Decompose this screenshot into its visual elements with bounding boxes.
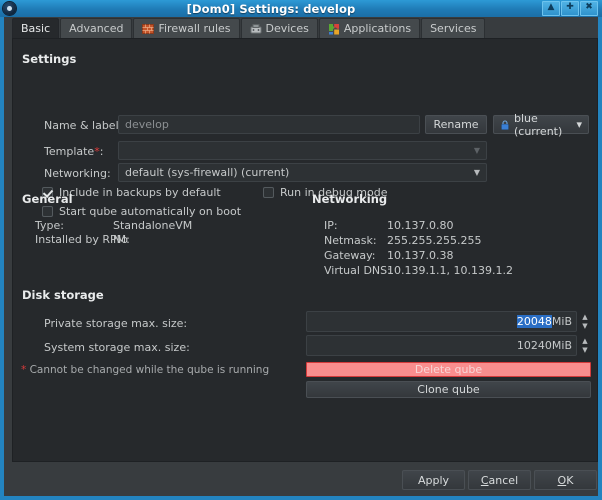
cannot-change-note: * Cannot be changed while the qube is ru… xyxy=(21,364,270,376)
label-color-text: blue (current) xyxy=(514,111,563,138)
disk-storage-heading: Disk storage xyxy=(22,288,104,302)
start-qube-on-boot-label: Start qube automatically on boot xyxy=(59,205,242,218)
stepper-up-icon[interactable]: ▲ xyxy=(582,314,587,321)
tab-devices[interactable]: Devices xyxy=(240,18,318,38)
run-in-debug-mode-checkbox[interactable] xyxy=(263,187,274,198)
applications-puzzle-icon xyxy=(328,23,339,34)
stepper-down-icon[interactable]: ▼ xyxy=(582,323,587,330)
private-storage-label: Private storage max. size: xyxy=(44,317,188,330)
net-netmask-key: Netmask: xyxy=(324,234,377,247)
net-dns-key: Virtual DNS: xyxy=(324,264,391,277)
name-input[interactable]: develop xyxy=(118,115,420,134)
tab-services[interactable]: Services xyxy=(421,18,486,38)
tab-applications[interactable]: Applications xyxy=(318,18,421,38)
tab-label: Basic xyxy=(21,22,51,35)
networking-label: Networking: xyxy=(44,167,111,180)
private-storage-input[interactable]: 20048 MiB xyxy=(306,311,577,332)
start-qube-on-boot-checkbox-row[interactable]: Start qube automatically on boot xyxy=(42,205,241,218)
networking-select-value: default (sys-firewall) (current) xyxy=(125,166,290,179)
template-select[interactable]: ▼ xyxy=(118,141,487,160)
minimize-icon[interactable]: ▲ xyxy=(542,1,560,16)
chevron-down-icon: ▾ xyxy=(576,118,582,131)
general-heading: General xyxy=(22,192,73,206)
net-gateway-value: 10.137.0.38 xyxy=(387,249,454,262)
lock-icon xyxy=(501,119,509,130)
net-netmask-value: 255.255.255.255 xyxy=(387,234,482,247)
apply-button[interactable]: Apply xyxy=(402,470,465,490)
clone-qube-button[interactable]: Clone qube xyxy=(306,381,591,398)
start-qube-on-boot-checkbox[interactable] xyxy=(42,206,53,217)
dialog-button-bar: Apply Cancel OK xyxy=(4,462,598,496)
window-title: [Dom0] Settings: develop xyxy=(186,1,356,16)
settings-window: [Dom0] Settings: develop ▲ ✚ ✖ Basic Adv… xyxy=(0,0,602,500)
firewall-icon xyxy=(142,23,155,34)
chevron-down-icon: ▼ xyxy=(473,145,480,155)
template-label: Template*: xyxy=(44,145,104,158)
title-bar[interactable]: [Dom0] Settings: develop ▲ ✚ ✖ xyxy=(0,0,602,17)
net-ip-key: IP: xyxy=(324,219,338,232)
general-type-value: StandaloneVM xyxy=(113,219,193,232)
general-type-key: Type: xyxy=(35,219,64,232)
name-input-value: develop xyxy=(125,118,169,131)
maximize-icon[interactable]: ✚ xyxy=(561,1,579,16)
ok-button[interactable]: OK xyxy=(534,470,597,490)
system-storage-value: 10240 xyxy=(516,339,552,352)
private-storage-stepper[interactable]: ▲ ▼ xyxy=(578,311,592,332)
system-storage-unit: MiB xyxy=(551,339,572,352)
name-label: Name & label*: xyxy=(44,119,128,132)
chevron-down-icon: ▼ xyxy=(473,167,480,177)
net-gateway-key: Gateway: xyxy=(324,249,376,262)
stepper-down-icon[interactable]: ▼ xyxy=(582,347,587,354)
include-in-backups-label: Include in backups by default xyxy=(59,186,221,199)
system-storage-label: System storage max. size: xyxy=(44,341,190,354)
private-storage-value: 20048 xyxy=(516,315,552,328)
rename-button[interactable]: Rename xyxy=(425,115,487,134)
tab-label: Firewall rules xyxy=(158,22,231,35)
stepper-up-icon[interactable]: ▲ xyxy=(582,338,587,345)
general-rpm-value: No xyxy=(113,233,128,246)
cancel-button[interactable]: Cancel xyxy=(468,470,531,490)
window-controls: ▲ ✚ ✖ xyxy=(542,1,598,16)
devices-icon xyxy=(250,23,261,33)
basic-tab-panel: Settings Name & label*: develop Rename b… xyxy=(12,38,598,462)
networking-heading: Networking xyxy=(312,192,388,206)
label-color-dropdown[interactable]: blue (current) ▾ xyxy=(493,112,589,138)
tab-firewall-rules[interactable]: Firewall rules xyxy=(133,18,240,38)
private-storage-unit: MiB xyxy=(551,315,572,328)
settings-heading: Settings xyxy=(22,52,77,66)
delete-qube-button[interactable]: Delete qube xyxy=(306,362,591,377)
networking-select[interactable]: default (sys-firewall) (current) ▼ xyxy=(118,163,487,182)
tab-label: Applications xyxy=(343,22,412,35)
tab-bar: Basic Advanced Firewall rules Devices Ap… xyxy=(4,17,598,38)
net-ip-value: 10.137.0.80 xyxy=(387,219,454,232)
tab-advanced[interactable]: Advanced xyxy=(60,18,133,38)
tab-basic[interactable]: Basic xyxy=(12,18,60,38)
tab-label: Devices xyxy=(265,22,309,35)
tab-label: Advanced xyxy=(69,22,124,35)
system-storage-stepper[interactable]: ▲ ▼ xyxy=(578,335,592,356)
close-icon[interactable]: ✖ xyxy=(580,1,598,16)
system-storage-input[interactable]: 10240 MiB xyxy=(306,335,577,356)
net-dns-value: 10.139.1.1, 10.139.1.2 xyxy=(387,264,513,277)
tab-label: Services xyxy=(430,22,477,35)
